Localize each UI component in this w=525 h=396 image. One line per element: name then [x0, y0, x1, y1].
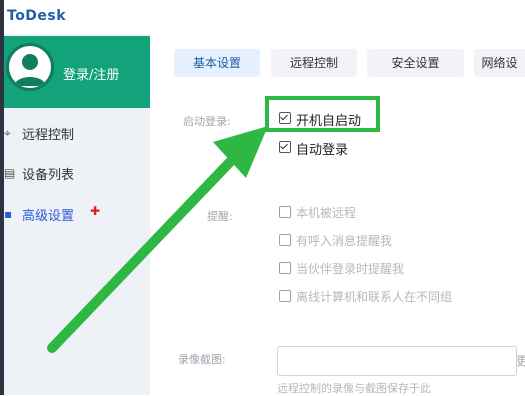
sidebar-item-advanced-settings[interactable]: ▪ 高级设置 ✚ — [4, 196, 150, 232]
tab-network-settings[interactable]: 网络设 — [474, 49, 525, 77]
checkbox-checked-icon — [279, 141, 291, 153]
checkbox-icon — [279, 206, 291, 218]
checkbox-label: 当伙伴登录时提醒我 — [296, 262, 405, 276]
checkbox-icon — [279, 262, 291, 274]
offline-group-checkbox[interactable]: 离线计算机和联系人在不同组 — [279, 288, 509, 306]
sidebar-item-device-list[interactable]: ▤ 设备列表 — [4, 155, 150, 191]
reminders-label: 提醒: — [207, 210, 233, 223]
sidebar-item-label: 设备列表 — [22, 168, 75, 183]
auto-login-checkbox[interactable]: 自动登录 — [279, 139, 379, 158]
checkbox-label: 本机被远程 — [296, 206, 357, 220]
sidebar-item-remote-control[interactable]: ⌖ 远程控制 — [4, 115, 150, 151]
sidebar-item-label: 远程控制 — [22, 128, 75, 143]
app-title: ToDesk — [7, 8, 67, 24]
recording-label: 录像截图: — [178, 353, 226, 366]
remote-icon: ⌖ — [4, 126, 11, 140]
settings-icon: ▪ — [4, 207, 13, 221]
partner-login-checkbox[interactable]: 当伙伴登录时提醒我 — [279, 260, 499, 278]
remote-notice-checkbox[interactable]: 本机被远程 — [279, 204, 499, 222]
checkbox-icon — [279, 234, 291, 246]
device-icon: ▤ — [4, 166, 16, 180]
recording-path-input[interactable] — [277, 346, 517, 376]
up-arrow-icon: ✚ — [90, 204, 101, 218]
title-bar — [0, 0, 525, 34]
tab-basic-settings[interactable]: 基本设置 — [174, 49, 260, 77]
checkbox-label: 离线计算机和联系人在不同组 — [296, 290, 453, 304]
sidebar-item-label: 高级设置 — [22, 209, 75, 224]
incoming-message-checkbox[interactable]: 有呼入消息提醒我 — [279, 232, 499, 250]
startup-label: 启动登录: — [183, 115, 231, 128]
tab-remote-control[interactable]: 远程控制 — [271, 49, 357, 77]
checkbox-label: 自动登录 — [296, 143, 349, 158]
tab-security-settings[interactable]: 安全设置 — [367, 49, 464, 77]
login-register-link[interactable]: 登录/注册 — [63, 64, 119, 83]
highlight-box — [265, 96, 380, 132]
checkbox-label: 有呼入消息提醒我 — [296, 234, 393, 248]
avatar-icon[interactable] — [6, 43, 54, 91]
more-link[interactable]: 更 — [516, 352, 525, 369]
checkbox-icon — [279, 290, 291, 302]
recording-note: 远程控制的录像与截图保存于此 — [277, 382, 431, 395]
